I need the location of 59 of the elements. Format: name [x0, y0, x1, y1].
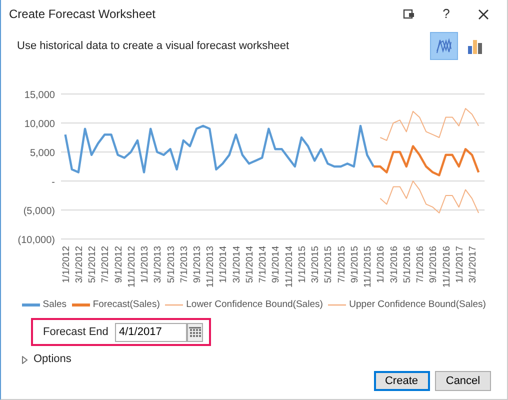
- axis-label: 3/1/2017: [468, 246, 479, 283]
- axis-label: 1/1/2016: [376, 246, 387, 283]
- axis-label: 3/1/2014: [231, 246, 242, 283]
- legend-line: [328, 303, 346, 308]
- axis-label: 3/1/2012: [74, 246, 85, 283]
- options-toggle[interactable]: Options: [34, 351, 72, 368]
- axis-label: 7/1/2014: [258, 246, 269, 283]
- axis-label: 7/1/2013: [178, 246, 190, 283]
- axis-label: 11/1/2012: [126, 246, 138, 288]
- axis-label: 5/1/2014: [244, 246, 256, 283]
- line-chart-icon: [435, 37, 454, 55]
- axis-label: 11/1/2015: [362, 246, 374, 288]
- line-chart-button[interactable]: [430, 32, 458, 60]
- legend-line: [22, 303, 40, 308]
- axis-label: 5,000: [30, 148, 55, 159]
- axis-label: (10,000): [18, 235, 55, 246]
- axis-label: 1/1/2015: [296, 246, 308, 283]
- axis-label: 1/1/2012: [60, 246, 72, 283]
- axis-label: 1/1/2013: [140, 246, 151, 283]
- axis-label: 15,000: [24, 90, 55, 101]
- axis-label: (5,000): [23, 206, 55, 217]
- legend-label: Forecast(Sales): [92, 298, 160, 312]
- legend-label: Sales: [42, 298, 67, 312]
- axis-label: 3/1/2015: [310, 246, 322, 283]
- dialog-button[interactable]: Cancel: [435, 371, 491, 391]
- axis-label: 5/1/2012: [87, 246, 98, 283]
- date-field[interactable]: 4/1/2017: [115, 322, 187, 342]
- axis-label: 11/1/2016: [441, 246, 452, 288]
- axis-label: 9/1/2016: [428, 246, 440, 283]
- legend-label: Lower Confidence Bound(Sales): [186, 298, 323, 312]
- axis-label: 5/1/2015: [323, 246, 334, 283]
- axis-label: 10,000: [24, 119, 55, 130]
- description-text: Use historical data to create a visual forecast worksheet: [17, 38, 290, 54]
- field-label: Forecast End: [43, 325, 108, 340]
- legend-label: Upper Confidence Bound(Sales): [349, 298, 486, 312]
- axis-label: 7/1/2012: [100, 246, 112, 283]
- axis-label: 9/1/2013: [192, 246, 203, 283]
- axis-label: 9/1/2012: [113, 246, 124, 283]
- calendar-button[interactable]: [187, 322, 203, 342]
- axis-label: 9/1/2015: [349, 246, 360, 283]
- axis-label: 11/1/2013: [205, 246, 216, 288]
- axis-label: 5/1/2016: [402, 246, 413, 283]
- expand-icon[interactable]: [22, 356, 28, 364]
- axis-label: 3/1/2013: [152, 246, 164, 283]
- axis-label: -: [52, 177, 55, 188]
- axis-label: 7/1/2015: [336, 246, 348, 283]
- dialog-button[interactable]: Create: [374, 371, 430, 391]
- legend-line: [165, 303, 184, 308]
- column-chart-icon: [466, 37, 484, 55]
- axis-label: 1/1/2014: [218, 246, 230, 283]
- axis-label: 11/1/2014: [284, 246, 295, 288]
- axis-label: 1/1/2017: [454, 246, 466, 283]
- window-title: Create Forecast Worksheet: [9, 6, 157, 23]
- axis-label: 9/1/2014: [270, 246, 282, 283]
- axis-label: 5/1/2013: [166, 246, 177, 283]
- help-button[interactable]: ?: [433, 3, 460, 25]
- axis-label: 7/1/2016: [415, 246, 426, 283]
- legend-line: [72, 303, 90, 308]
- axis-label: 3/1/2016: [388, 246, 400, 283]
